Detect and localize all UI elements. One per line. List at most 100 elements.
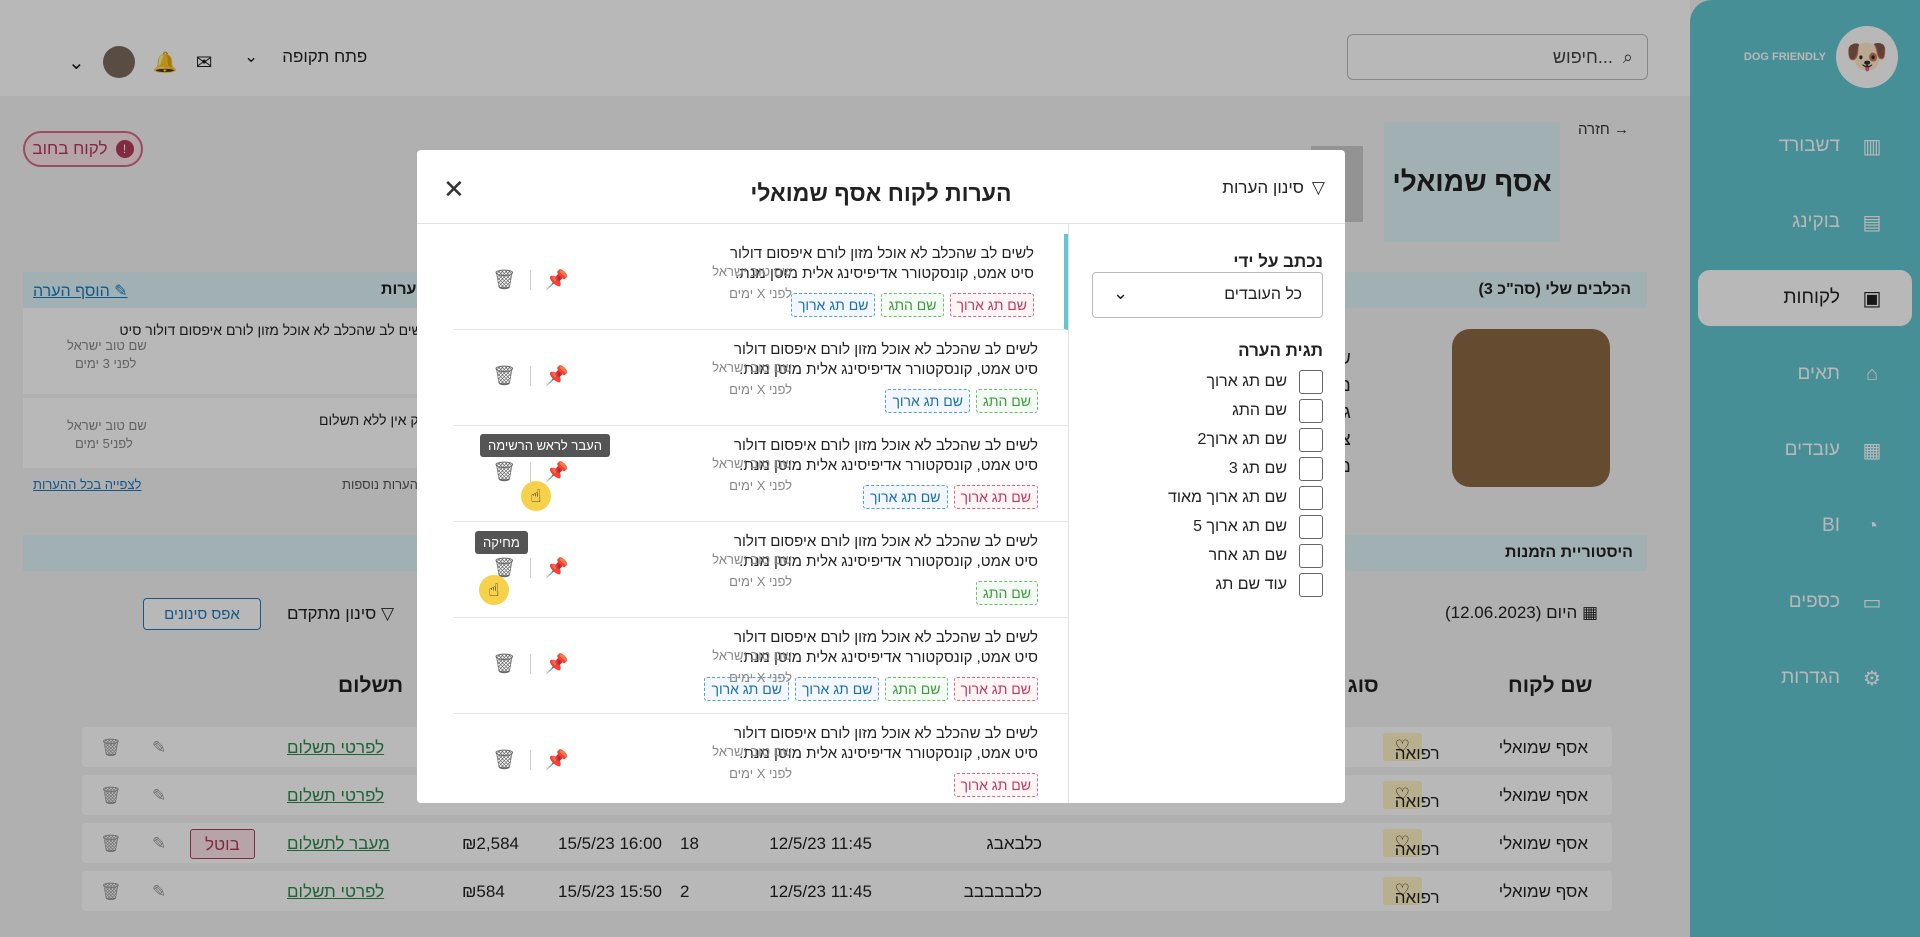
close-icon[interactable]: ✕ [443,174,465,205]
note-time: לפני X ימים [729,670,792,685]
tag-option-label: שם תג ארוך2 [1197,431,1287,448]
note-tag[interactable]: שם תג ארוך [953,773,1038,797]
tag-option-label: שם תג ארוך מאוד [1167,489,1287,506]
tag-option-label: שם תג אחר [1208,547,1287,564]
pin-icon[interactable]: 📌 [545,460,569,484]
note-meta: שם טוב ישראל לפני X ימים [682,357,792,401]
note-tag[interactable]: שם תג ארוך [790,293,876,317]
note-tag[interactable]: שם תג ארוך [885,389,970,413]
note-tags: שם תג ארוך שם התג שם תג ארוך [790,293,1034,317]
tag-option-label: שם תג 3 [1228,460,1287,477]
tag-option-label: שם תג ארוך [1206,373,1287,390]
modal-title: הערות לקוח אסף שמואלי [750,180,1012,206]
divider [530,366,532,386]
pin-icon[interactable]: 📌 [545,268,569,292]
note-time: לפני X ימים [729,478,792,493]
checkbox[interactable] [1299,544,1323,568]
pin-icon[interactable]: 📌 [545,364,569,388]
chevron-down-icon: ⌄ [1113,283,1129,303]
tag-option[interactable]: שם תג ארוך [1206,370,1323,394]
note-tags: שם התג שם תג ארוך [885,389,1038,413]
trash-icon[interactable]: 🗑 [492,748,516,772]
note-item: לשים לב שהכלב לא אוכל מזון לורם איפסום ד… [454,522,1068,618]
note-item: לשים לב שהכלב לא אוכל מזון לורם איפסום ד… [454,234,1068,330]
pin-icon[interactable]: 📌 [545,748,569,772]
trash-icon[interactable]: 🗑 [492,364,516,388]
checkbox[interactable] [1299,573,1323,597]
delete-tooltip: מחיקה [475,531,528,554]
note-tag[interactable]: שם תג ארוך [953,677,1038,701]
note-tag[interactable]: שם התג [885,677,948,701]
checkbox[interactable] [1299,399,1323,423]
checkbox[interactable] [1299,515,1323,539]
note-tag[interactable]: שם תג ארוך [949,293,1034,317]
tag-option[interactable]: שם תג אחר [1209,544,1323,568]
divider [530,270,532,290]
note-author: שם טוב ישראל [712,648,792,663]
note-tags: שם תג ארוך [953,773,1038,797]
note-actions: 🗑 📌 [492,748,569,772]
note-tag[interactable]: שם התג [881,293,944,317]
tag-option[interactable]: שם התג [1232,399,1323,423]
note-meta: שם טוב ישראל לפני X ימים [682,453,792,497]
checkbox[interactable] [1299,428,1323,452]
written-by-label: נכתב על ידי [1233,252,1323,271]
hand-cursor-icon: ☝ [479,575,509,605]
note-item: לשים לב שהכלב לא אוכל מזון לורם איפסום ד… [454,330,1068,426]
checkbox[interactable] [1299,370,1323,394]
note-tag[interactable]: שם תג ארוך [953,485,1038,509]
tag-label: תגית הערה [1238,341,1323,360]
divider [530,654,532,674]
divider [530,750,532,770]
divider [530,462,532,482]
tag-option[interactable]: עוד שם תג [1215,573,1323,597]
hand-cursor-icon: ☝ [521,481,551,511]
note-tags: שם התג [975,581,1038,605]
tag-option[interactable]: שם תג 3 [1229,457,1323,481]
note-tag[interactable]: שם התג [975,581,1038,605]
checkbox[interactable] [1299,486,1323,510]
pin-tooltip: העבר לראש הרשימה [480,434,610,457]
note-meta: שם טוב ישראל לפני X ימים [682,261,792,305]
pin-icon[interactable]: 📌 [545,652,569,676]
note-item: לשים לב שהכלב לא אוכל מזון לורם איפסום ד… [454,714,1068,803]
tag-option-label: עוד שם תג [1215,576,1287,593]
trash-icon[interactable]: 🗑 [492,268,516,292]
tag-option-label: שם התג [1232,402,1287,419]
trash-icon[interactable]: 🗑 [492,460,516,484]
note-item: לשים לב שהכלב לא אוכל מזון לורם איפסום ד… [454,618,1068,714]
written-by-select[interactable]: כל העובדים ⌄ [1092,272,1323,318]
note-time: לפני X ימים [729,286,792,301]
note-actions: 🗑 📌 [492,460,569,484]
modal-header: הערות לקוח אסף שמואלי ✕ סינון הערות ▽ [417,150,1345,224]
note-meta: שם טוב ישראל לפני X ימים [682,645,792,689]
note-meta: שם טוב ישראל לפני X ימים [682,549,792,593]
pin-icon[interactable]: 📌 [545,556,569,580]
note-author: שם טוב ישראל [712,744,792,759]
note-actions: 🗑 📌 [492,268,569,292]
filter-icon: ▽ [1311,178,1325,197]
customer-notes-modal: הערות לקוח אסף שמואלי ✕ סינון הערות ▽ נכ… [417,150,1345,803]
note-time: לפני X ימים [729,766,792,781]
note-time: לפני X ימים [729,382,792,397]
note-actions: 🗑 📌 [492,556,569,580]
tag-option-label: שם תג ארוך 5 [1193,518,1287,535]
note-actions: 🗑 📌 [492,364,569,388]
checkbox[interactable] [1299,457,1323,481]
note-tag[interactable]: שם תג ארוך [863,485,948,509]
notes-filter-toggle[interactable]: סינון הערות ▽ [1222,178,1325,198]
notes-filter-label: סינון הערות [1222,178,1304,197]
divider [530,558,532,578]
note-author: שם טוב ישראל [712,552,792,567]
tag-option[interactable]: שם תג ארוך2 [1198,428,1323,452]
note-author: שם טוב ישראל [712,360,792,375]
note-tag[interactable]: שם התג [975,389,1038,413]
trash-icon[interactable]: 🗑 [492,652,516,676]
tag-option[interactable]: שם תג ארוך מאוד [1168,486,1323,510]
note-tag[interactable]: שם תג ארוך [794,677,880,701]
note-time: לפני X ימים [729,574,792,589]
note-tags: שם תג ארוך שם תג ארוך [863,485,1038,509]
note-author: שם טוב ישראל [712,456,792,471]
tag-option[interactable]: שם תג ארוך 5 [1193,515,1323,539]
notes-filter-panel: נכתב על ידי כל העובדים ⌄ תגית הערה שם תג… [1068,224,1345,803]
